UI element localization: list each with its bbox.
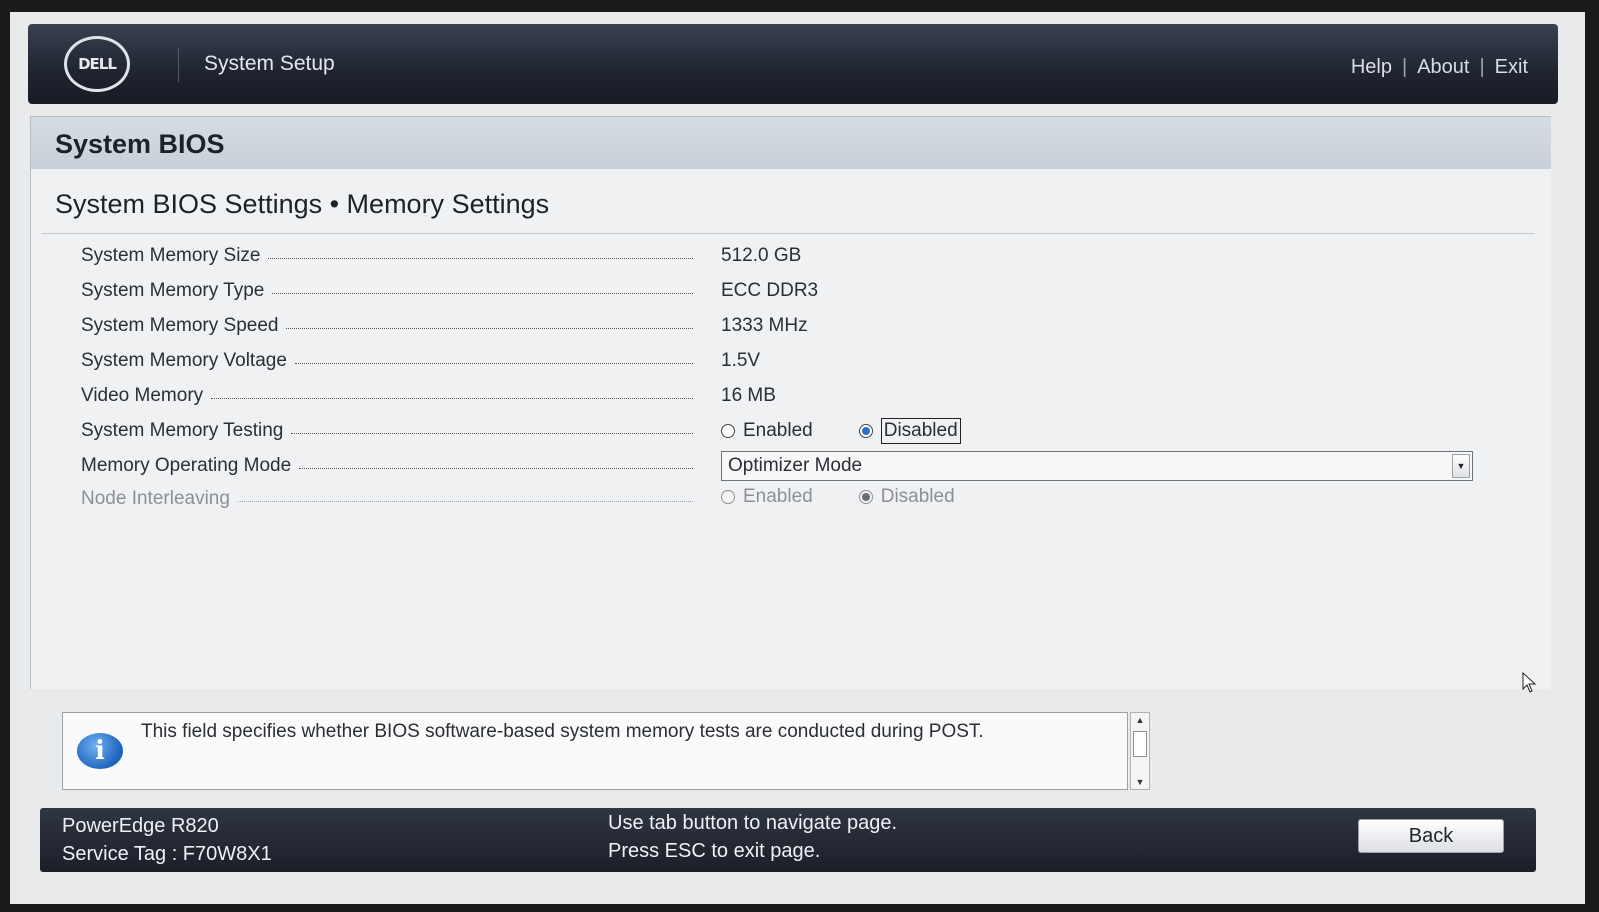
- help-scrollbar[interactable]: ▲ ▼: [1130, 712, 1150, 790]
- settings-panel: System BIOS System BIOS Settings • Memor…: [30, 116, 1551, 689]
- dotted-leader: [291, 432, 693, 434]
- setting-row-memory-type: System Memory Type ECC DDR3: [81, 276, 1491, 306]
- back-button[interactable]: Back: [1358, 819, 1504, 853]
- service-tag: Service Tag : F70W8X1: [62, 843, 272, 865]
- about-link[interactable]: About: [1417, 56, 1469, 79]
- header-divider: [178, 48, 179, 82]
- setting-label: System Memory Size: [81, 245, 261, 266]
- system-model: PowerEdge R820: [62, 815, 219, 837]
- section-divider: [41, 233, 1535, 234]
- node-interleaving-enabled-option: Enabled: [721, 486, 813, 508]
- setting-value: ECC DDR3: [721, 280, 819, 301]
- radio-label: Disabled: [880, 486, 955, 507]
- setting-label: System Memory Speed: [81, 315, 279, 336]
- page-title: System BIOS: [55, 129, 225, 159]
- setting-value: 1333 MHz: [721, 315, 808, 336]
- memory-testing-radio-group: Enabled Disabled: [721, 418, 1007, 444]
- scroll-up-arrow-icon[interactable]: ▲: [1131, 715, 1149, 725]
- node-interleaving-disabled-option: Disabled: [858, 486, 955, 508]
- setting-label: System Memory Type: [81, 280, 265, 301]
- mouse-pointer-icon: [1522, 672, 1537, 693]
- select-value: Optimizer Mode: [728, 455, 863, 476]
- setting-row-memory-testing: System Memory Testing Enabled Disabled: [81, 416, 1491, 446]
- setting-row-memory-voltage: System Memory Voltage 1.5V: [81, 346, 1491, 376]
- node-interleaving-radio-group: Enabled Disabled: [721, 486, 1001, 508]
- panel-title-bar: System BIOS: [31, 117, 1551, 169]
- header-links: Help | About | Exit: [1351, 56, 1528, 79]
- header-bar: DELL System Setup Help | About | Exit: [28, 24, 1558, 104]
- setting-value: 512.0 GB: [721, 245, 802, 266]
- setting-row-video-memory: Video Memory 16 MB: [81, 381, 1491, 411]
- setting-value: 1.5V: [721, 350, 761, 371]
- radio-button-selected: [858, 490, 873, 504]
- setting-label: Node Interleaving: [81, 488, 230, 509]
- setting-value: 16 MB: [721, 385, 776, 406]
- operating-mode-select[interactable]: Optimizer Mode ▼: [721, 451, 1473, 481]
- help-link[interactable]: Help: [1351, 56, 1392, 79]
- dotted-leader: [237, 500, 693, 502]
- radio-label[interactable]: Enabled: [743, 420, 813, 442]
- radio-button[interactable]: [721, 424, 735, 438]
- scroll-thumb[interactable]: [1133, 731, 1147, 757]
- link-separator: |: [1401, 56, 1408, 78]
- app-title: System Setup: [204, 52, 335, 75]
- memory-testing-enabled-option[interactable]: Enabled: [721, 420, 813, 442]
- dotted-leader: [286, 327, 693, 329]
- dotted-leader: [211, 397, 693, 399]
- setting-label: Memory Operating Mode: [81, 455, 292, 476]
- setting-row-memory-size: System Memory Size 512.0 GB: [81, 241, 1491, 271]
- radio-button: [721, 490, 735, 504]
- radio-button-selected[interactable]: [858, 424, 873, 438]
- exit-link[interactable]: Exit: [1495, 56, 1528, 79]
- bios-screen: DELL System Setup Help | About | Exit Sy…: [10, 12, 1585, 904]
- dotted-leader: [294, 362, 693, 364]
- link-separator: |: [1479, 56, 1485, 78]
- dropdown-arrow-icon[interactable]: ▼: [1452, 454, 1470, 478]
- info-icon: i: [77, 733, 123, 769]
- help-text: This field specifies whether BIOS softwa…: [141, 721, 984, 742]
- dotted-leader: [272, 292, 693, 294]
- setting-row-memory-speed: System Memory Speed 1333 MHz: [81, 311, 1491, 341]
- esc-hint: Press ESC to exit page.: [608, 840, 821, 862]
- dell-logo: DELL: [64, 36, 130, 92]
- setting-label: System Memory Voltage: [81, 350, 287, 371]
- dotted-leader: [299, 467, 693, 469]
- memory-testing-disabled-option[interactable]: Disabled: [858, 418, 961, 444]
- help-info-box: i This field specifies whether BIOS soft…: [62, 712, 1128, 790]
- setting-label: Video Memory: [81, 385, 204, 406]
- setting-row-operating-mode: Memory Operating Mode Optimizer Mode ▼: [81, 451, 1491, 481]
- setting-label: System Memory Testing: [81, 420, 284, 441]
- radio-label: Enabled: [743, 486, 813, 507]
- tab-hint: Use tab button to navigate page.: [608, 812, 898, 834]
- scroll-down-arrow-icon[interactable]: ▼: [1131, 777, 1149, 787]
- section-title: System BIOS Settings • Memory Settings: [55, 189, 550, 219]
- setting-row-node-interleaving: Node Interleaving Enabled Disabled: [81, 484, 1491, 514]
- radio-label[interactable]: Disabled: [880, 418, 961, 444]
- footer-bar: PowerEdge R820 Service Tag : F70W8X1 Use…: [40, 808, 1536, 872]
- dotted-leader: [268, 257, 693, 259]
